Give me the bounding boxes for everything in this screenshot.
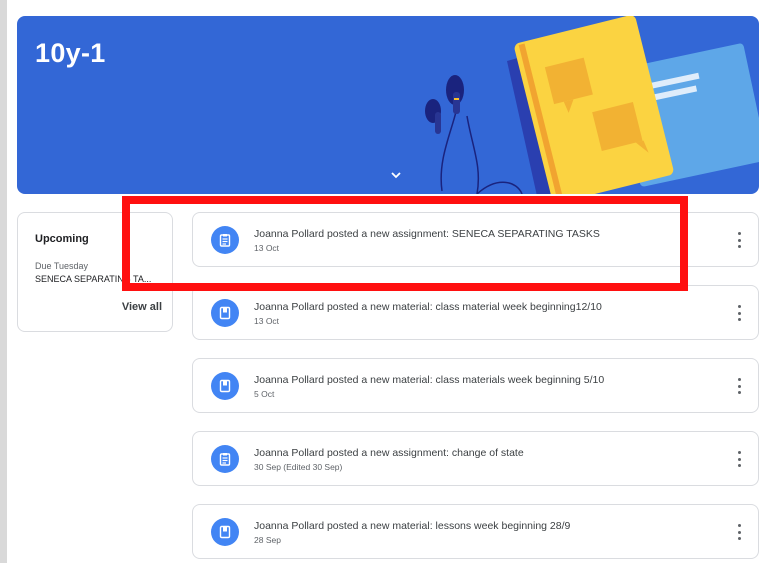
- class-title: 10y-1: [35, 38, 106, 68]
- stream-post[interactable]: Joanna Pollard posted a new material: le…: [192, 504, 759, 559]
- post-date: 5 Oct: [254, 389, 275, 399]
- stream-post[interactable]: Joanna Pollard posted a new assignment: …: [192, 431, 759, 486]
- post-date: 13 Oct: [254, 243, 280, 253]
- view-all-link[interactable]: View all: [122, 301, 162, 313]
- classroom-stream: 10y-1 Upcoming Due Tuesday SENECA SEPARA…: [7, 0, 764, 563]
- post-date: 30 Sep (Edited 30 Sep): [254, 462, 343, 472]
- post-date: 13 Oct: [254, 316, 280, 326]
- more-vert-icon[interactable]: [732, 232, 746, 248]
- stream-post[interactable]: Joanna Pollard posted a new material: cl…: [192, 358, 759, 413]
- stream-post[interactable]: Joanna Pollard posted a new material: cl…: [192, 285, 759, 340]
- book-icon: [211, 372, 239, 400]
- assignment-icon: [211, 445, 239, 473]
- stream-post[interactable]: Joanna Pollard posted a new assignment: …: [192, 212, 759, 267]
- post-title: Joanna Pollard posted a new material: cl…: [254, 301, 602, 313]
- chevron-down-icon[interactable]: [389, 168, 403, 182]
- upcoming-title: Upcoming: [35, 233, 89, 245]
- post-title: Joanna Pollard posted a new assignment: …: [254, 228, 600, 240]
- banner-illustration: [425, 16, 759, 194]
- post-title: Joanna Pollard posted a new material: le…: [254, 520, 571, 532]
- post-title: Joanna Pollard posted a new material: cl…: [254, 374, 605, 386]
- upcoming-assignment-link[interactable]: SENECA SEPARATING TA...: [35, 274, 151, 284]
- upcoming-due-label: Due Tuesday: [35, 261, 89, 271]
- more-vert-icon[interactable]: [732, 524, 746, 540]
- class-banner: 10y-1: [17, 16, 759, 194]
- more-vert-icon[interactable]: [732, 378, 746, 394]
- post-title: Joanna Pollard posted a new assignment: …: [254, 447, 524, 459]
- more-vert-icon[interactable]: [732, 451, 746, 467]
- post-date: 28 Sep: [254, 535, 281, 545]
- book-icon: [211, 299, 239, 327]
- upcoming-panel: Upcoming Due Tuesday SENECA SEPARATING T…: [17, 212, 173, 332]
- more-vert-icon[interactable]: [732, 305, 746, 321]
- book-icon: [211, 518, 239, 546]
- assignment-icon: [211, 226, 239, 254]
